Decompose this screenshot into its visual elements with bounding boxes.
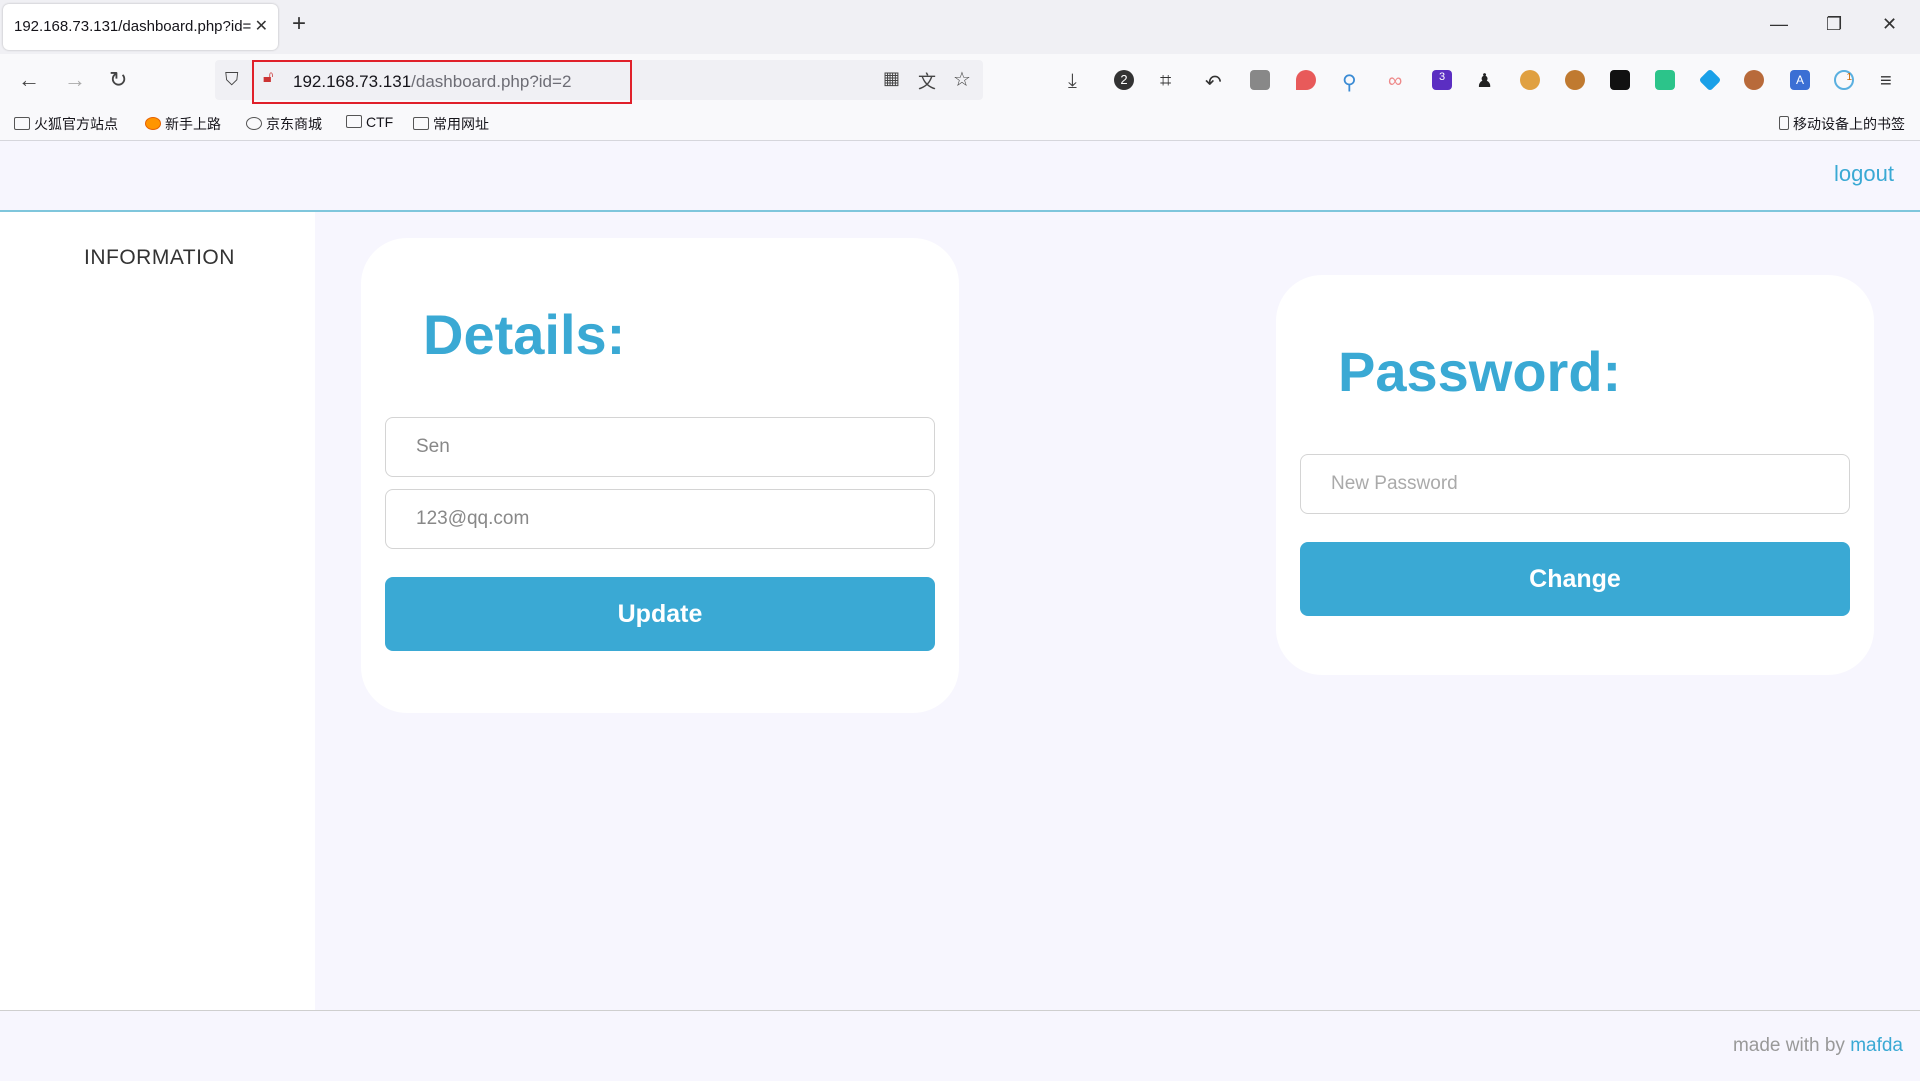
logout-link[interactable]: logout <box>1834 161 1894 187</box>
back-icon[interactable]: ← <box>18 67 40 93</box>
key-icon[interactable]: ⚲ <box>1342 70 1362 94</box>
code-icon[interactable] <box>1655 70 1675 90</box>
author-link[interactable]: mafda <box>1850 1035 1903 1056</box>
password-title: Password: <box>1338 340 1622 403</box>
minimize-icon[interactable]: — <box>1770 14 1788 35</box>
sidebar: INFORMATION <box>0 212 315 1010</box>
name-field[interactable]: Sen <box>385 417 935 477</box>
folder-icon <box>413 117 429 130</box>
bookmark-folder-5[interactable]: 常用网址 <box>413 114 489 134</box>
downloads-icon[interactable]: ⤓ <box>1068 70 1088 92</box>
details-title: Details: <box>423 303 626 366</box>
bookmark-3[interactable]: 京东商城 <box>246 114 322 134</box>
folder-icon <box>346 115 362 128</box>
tampermonkey-icon[interactable] <box>1610 70 1630 90</box>
spy-icon[interactable]: ♟ <box>1476 70 1496 92</box>
page-footer: made with by mafda <box>0 1010 1920 1081</box>
update-button[interactable]: Update <box>385 577 935 651</box>
email-field[interactable]: 123@qq.com <box>385 489 935 549</box>
firefox-icon <box>145 117 161 130</box>
mobile-bookmarks[interactable]: 移动设备上的书签 <box>1779 114 1905 134</box>
cookie-editor-icon[interactable] <box>1744 70 1764 90</box>
bookmark-star-icon[interactable]: ☆ <box>953 67 971 92</box>
extension-1-icon[interactable]: 1 <box>1834 70 1854 90</box>
close-tab-icon[interactable]: ✕ <box>255 16 268 36</box>
folder-icon <box>14 117 30 130</box>
crop-icon[interactable]: ⌗ <box>1160 70 1180 92</box>
footer-credit: made with by mafda <box>1732 1035 1903 1056</box>
page-header: logout <box>0 141 1920 212</box>
browser-tab[interactable]: 192.168.73.131/dashboard.php?id=2 ✕ <box>3 4 278 50</box>
extension-3-icon[interactable]: 3 <box>1432 70 1452 90</box>
translate-ext-icon[interactable]: A <box>1790 70 1810 90</box>
bookmark-2[interactable]: 新手上路 <box>145 114 221 134</box>
cookie-icon[interactable] <box>1520 70 1540 90</box>
tab-title: 192.168.73.131/dashboard.php?id=2 <box>14 18 252 35</box>
bookmarks-bar: 火狐官方站点 新手上路 京东商城 CTF 常用网址 移动设备上的书签 <box>0 106 1920 141</box>
change-button[interactable]: Change <box>1300 542 1850 616</box>
new-tab-icon[interactable]: + <box>292 12 306 36</box>
extension-box-icon[interactable] <box>1250 70 1270 90</box>
password-card: Password: New Password Change <box>1276 275 1874 675</box>
new-password-input[interactable]: New Password <box>1300 454 1850 514</box>
bookmark-folder-1[interactable]: 火狐官方站点 <box>14 114 118 134</box>
monkey-icon[interactable] <box>1565 70 1585 90</box>
bookmark-folder-ctf[interactable]: CTF <box>346 114 393 130</box>
window-close-icon[interactable]: ✕ <box>1882 14 1897 35</box>
link-icon[interactable]: ∞ <box>1388 70 1408 92</box>
url-text[interactable]: 192.168.73.131/dashboard.php?id=2 <box>293 72 571 92</box>
forward-icon[interactable]: → <box>64 67 86 93</box>
extension-2-icon[interactable]: 2 <box>1114 70 1134 90</box>
undo-icon[interactable]: ↶ <box>1205 70 1225 94</box>
restore-icon[interactable]: ❐ <box>1826 14 1842 35</box>
location-pin-icon[interactable] <box>1296 70 1316 90</box>
translate-icon[interactable]: 文 <box>918 68 936 94</box>
reload-icon[interactable]: ↻ <box>109 67 127 93</box>
tab-bar: 192.168.73.131/dashboard.php?id=2 ✕ + — … <box>0 0 1920 54</box>
qr-code-icon[interactable]: ▦ <box>883 68 900 89</box>
phone-icon <box>1779 116 1789 130</box>
details-card: Details: Sen 123@qq.com Update <box>361 238 959 713</box>
sidebar-item-information[interactable]: INFORMATION <box>84 246 235 270</box>
globe-icon <box>246 117 262 130</box>
menu-icon[interactable]: ≡ <box>1880 70 1900 92</box>
shield-icon[interactable]: ⛉ <box>225 69 239 90</box>
